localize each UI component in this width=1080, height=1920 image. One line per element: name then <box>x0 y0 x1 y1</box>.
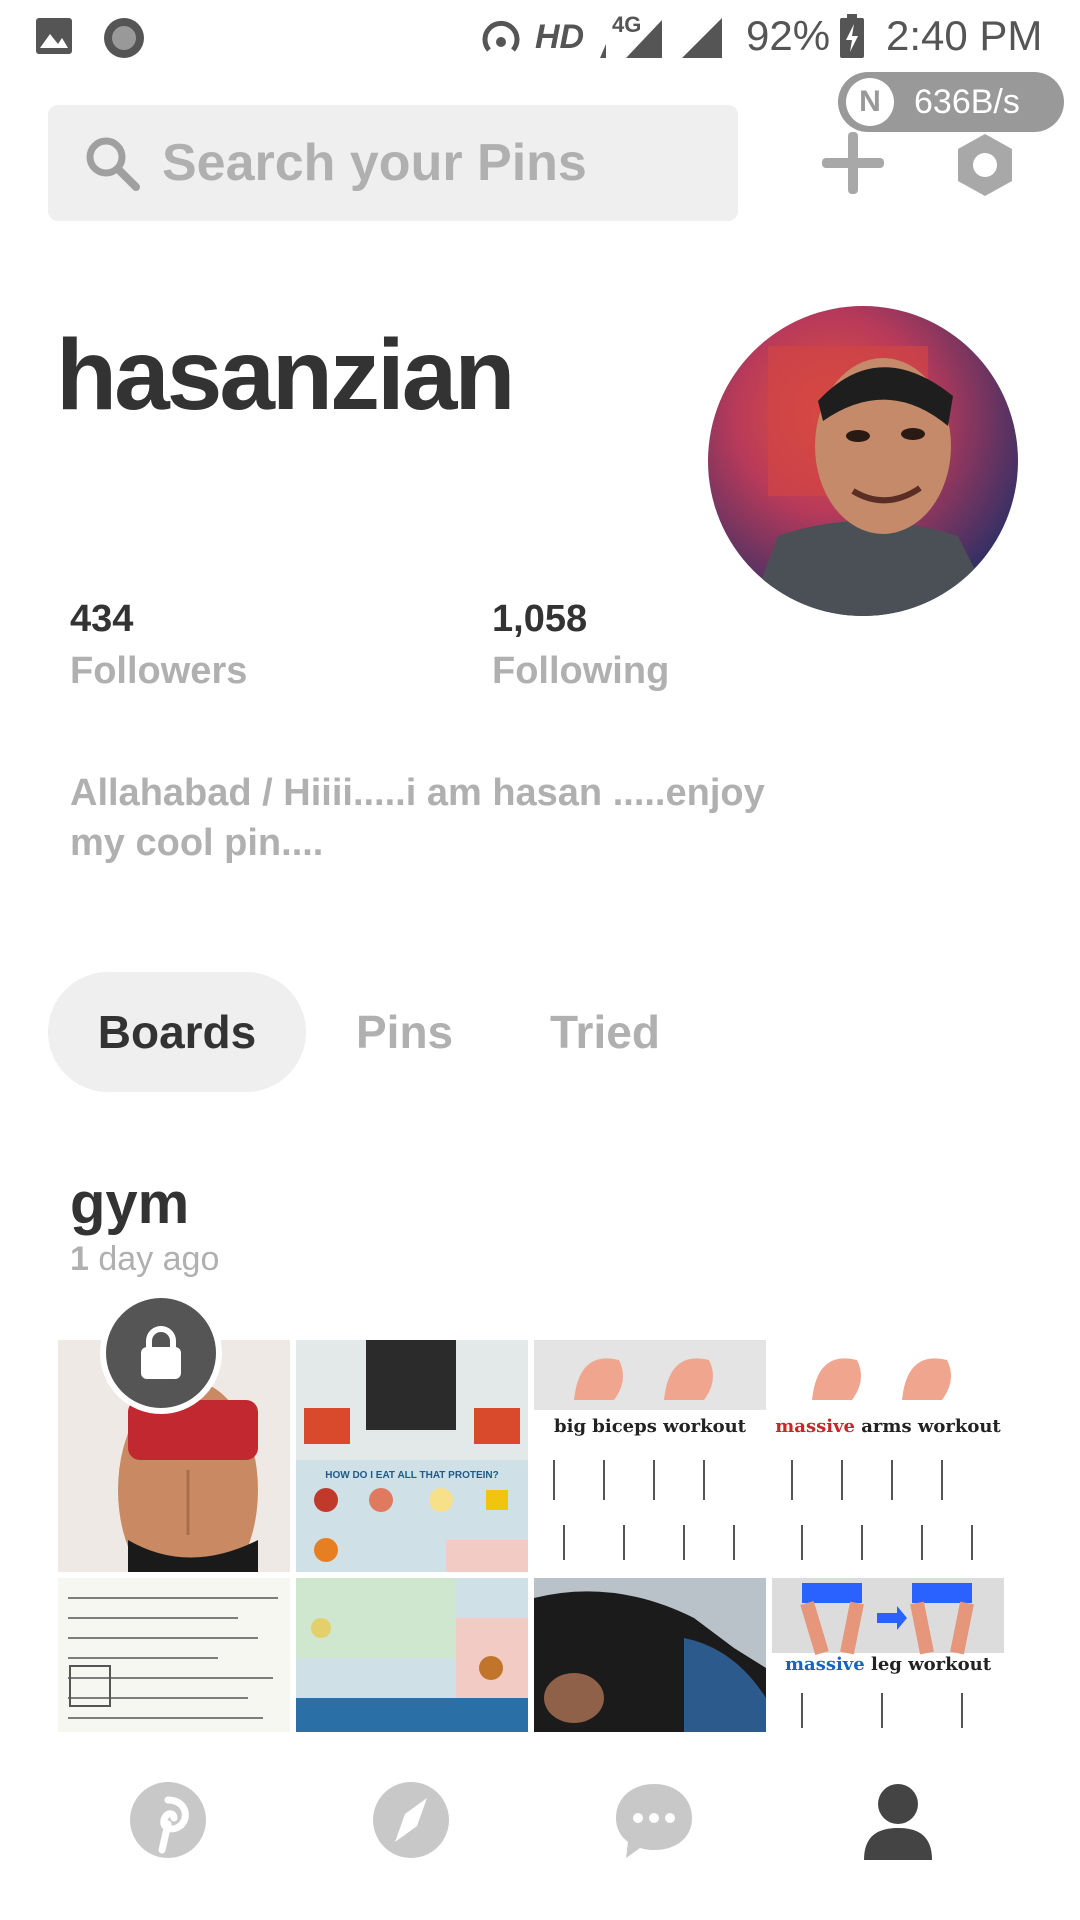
profile-icon[interactable] <box>856 1778 940 1862</box>
settings-hexagon-icon[interactable] <box>950 130 1020 200</box>
avatar-photo <box>708 306 1018 616</box>
pin-caption-8: massive leg workout <box>772 1654 1004 1675</box>
record-notification-icon <box>104 18 144 58</box>
hd-label: HD <box>535 18 585 56</box>
pin-image-arms-workout <box>791 1358 973 1560</box>
pin-tile-8[interactable]: massive leg workout <box>772 1578 1004 1732</box>
following-label[interactable]: Following <box>492 650 669 693</box>
pin-tile-3[interactable]: big biceps workout <box>534 1340 766 1572</box>
search-placeholder: Search your Pins <box>162 134 587 192</box>
board-updated: 1 day ago <box>70 1240 219 1279</box>
pin-caption-8-accent: massive <box>784 1654 865 1675</box>
profile-bio: Allahabad / Hiiii.....i am hasan .....en… <box>70 768 830 868</box>
secret-board-badge <box>100 1292 222 1414</box>
followers-count[interactable]: 434 <box>70 598 133 641</box>
pin-tile-4[interactable]: massive arms workout <box>772 1340 1004 1572</box>
battery-percent: 92% <box>746 12 831 59</box>
avatar[interactable] <box>708 306 1018 616</box>
pin-tile-6[interactable] <box>296 1578 528 1732</box>
signal-2-icon <box>682 18 722 58</box>
following-count[interactable]: 1,058 <box>492 598 587 641</box>
network-speed-text: 636B/s <box>914 82 1020 121</box>
pin-tile-5[interactable] <box>58 1578 290 1732</box>
tab-pins[interactable]: Pins <box>356 972 453 1092</box>
board-updated-suffix: day ago <box>98 1240 220 1278</box>
explore-icon[interactable] <box>369 1778 453 1862</box>
profile-username: hasanzian <box>56 319 515 431</box>
search-icon <box>86 137 140 191</box>
network-monitor-badge: N <box>846 78 894 126</box>
pin-image-diet-notes <box>68 1597 278 1719</box>
pin-image-pushup <box>534 1578 766 1732</box>
pin-image-protein-infographic <box>296 1340 528 1572</box>
pin-tile-7[interactable] <box>534 1578 766 1732</box>
bio-line-1: Allahabad / Hiiii.....i am hasan .....en… <box>70 772 765 814</box>
pin-caption-4-text: arms workout <box>861 1416 1001 1437</box>
signal-icon <box>600 20 662 58</box>
hotspot-icon <box>482 20 520 52</box>
clock: 2:40 PM <box>886 12 1043 59</box>
pin-caption-3: big biceps workout <box>554 1416 746 1437</box>
messages-icon[interactable] <box>612 1778 696 1862</box>
pin-image-protein-infographic-2 <box>296 1578 528 1732</box>
pin-caption-8-text: leg workout <box>871 1654 992 1675</box>
pin-caption-2: HOW DO I EAT ALL THAT PROTEIN? <box>325 1470 499 1481</box>
search-bar[interactable]: Search your Pins <box>48 105 738 221</box>
pin-caption-4: massive arms workout <box>772 1416 1004 1437</box>
network-speed-indicator: N 636B/s <box>838 72 1064 132</box>
lock-icon <box>141 1326 181 1379</box>
pin-tile-2[interactable]: HOW DO I EAT ALL THAT PROTEIN? <box>296 1340 528 1572</box>
bottom-nav <box>0 1740 1080 1920</box>
tab-boards[interactable]: Boards <box>48 972 306 1092</box>
bio-line-2: my cool pin.... <box>70 822 324 864</box>
home-icon[interactable] <box>126 1778 210 1862</box>
tab-tried[interactable]: Tried <box>550 972 660 1092</box>
followers-label[interactable]: Followers <box>70 650 247 693</box>
gallery-notification-icon <box>36 18 72 54</box>
battery-charging-icon <box>840 14 864 58</box>
pin-caption-4-accent: massive <box>775 1416 855 1437</box>
board-updated-count: 1 <box>70 1240 89 1278</box>
pin-image-biceps-workout <box>534 1340 766 1560</box>
status-bar: HD 4G 92% 2:40 PM <box>0 0 1080 80</box>
board-title[interactable]: gym <box>70 1170 189 1237</box>
add-pin-button[interactable] <box>820 130 886 196</box>
